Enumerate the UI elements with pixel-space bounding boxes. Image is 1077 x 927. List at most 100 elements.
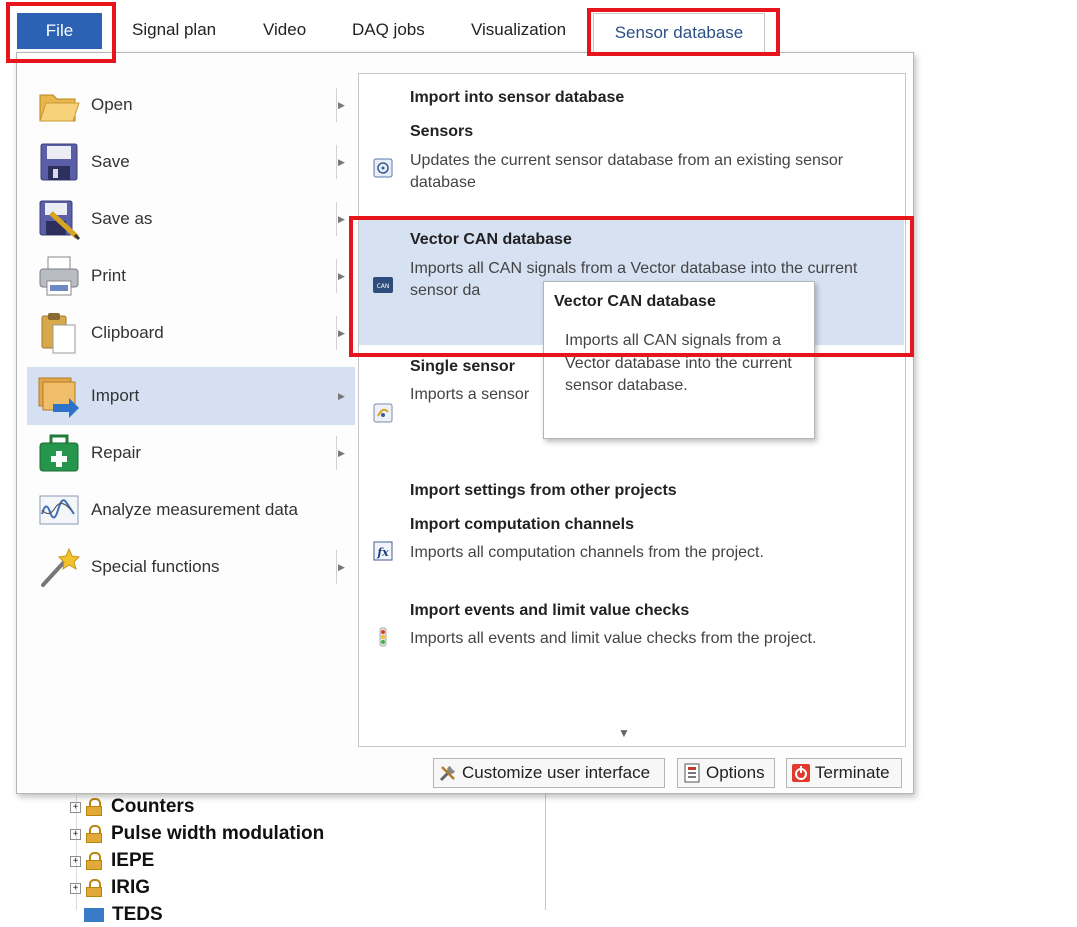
lock-icon [85,879,103,897]
scroll-down-icon[interactable]: ▼ [618,726,630,740]
ribbon-tab-bar: File Signal plan Video DAQ jobs Visualiz… [0,0,1077,58]
submenu-arrow-icon: ▶ [338,99,345,110]
waveform-icon [39,495,79,525]
lock-icon [85,798,103,816]
tab-file[interactable]: File [17,13,102,49]
options-icon [684,763,700,783]
tooltip-body: Imports all CAN signals from a Vector da… [565,332,792,394]
printer-icon [39,256,79,296]
save-as-icon [39,200,81,241]
options-button[interactable]: Options [677,758,775,788]
menu-item-save[interactable]: Save ▶ [27,134,355,190]
submenu-arrow-icon: ▶ [338,390,345,401]
folder-icon [84,908,104,922]
section-header: Import settings from other projects [410,482,677,499]
magic-wand-icon [41,547,81,587]
menu-item-label: Analyze measurement data [91,500,298,519]
menu-item-label: Special functions [91,557,220,576]
lock-icon [85,852,103,870]
lock-icon [85,825,103,843]
divider [336,202,337,236]
tools-icon [439,766,455,782]
svg-text:fx: fx [376,546,389,559]
backstage-footer: Customize user interface Options Termina… [17,753,913,793]
submenu-arrow-icon: ▶ [338,561,345,572]
import-icon [38,377,79,418]
divider [336,550,337,584]
divider [336,88,337,122]
svg-text:CAN: CAN [377,283,390,290]
option-title: Import events and limit value checks [410,602,690,619]
option-title: Single sensor [410,358,515,375]
expand-icon[interactable]: + [70,828,81,840]
menu-item-label: Open [91,95,133,114]
button-label: Customize user interface [462,763,651,782]
tree-item-label: Counters [111,796,195,817]
option-description: Imports all computation channels from th… [410,544,764,561]
button-label: Options [706,763,765,782]
traffic-light-icon [379,627,387,647]
tree-item-label: IRIG [111,877,151,898]
single-sensor-icon [373,403,393,423]
tooltip-vector-can: Vector CAN database Imports all CAN sign… [543,281,815,439]
tree-item-irig[interactable]: + IRIG [70,876,150,900]
tree-item-label: IEPE [111,850,155,871]
expand-icon[interactable]: + [70,801,81,813]
option-title: Import computation channels [410,516,635,533]
expand-icon[interactable]: + [70,882,81,894]
expand-icon[interactable]: + [70,855,81,867]
menu-item-label: Save as [91,209,153,228]
submenu-arrow-icon: ▶ [338,270,345,281]
menu-item-label: Print [91,266,126,285]
tab-visualization[interactable]: Visualization [471,20,566,40]
menu-item-label: Clipboard [91,323,164,342]
menu-item-label: Repair [91,443,142,462]
menu-item-clipboard[interactable]: Clipboard ▶ [27,305,355,361]
menu-item-analyze[interactable]: Analyze measurement data [27,482,355,538]
menu-item-save-as[interactable]: Save as ▶ [27,191,355,247]
divider [336,316,337,350]
menu-item-label: Save [91,152,130,171]
divider [336,436,337,470]
tree-item-iepe[interactable]: + IEPE [70,849,154,873]
option-title: Vector CAN database [410,231,572,248]
clipboard-icon [41,313,76,354]
folder-open-icon [39,94,80,122]
tree-item-teds[interactable]: TEDS [70,903,163,927]
fx-icon: fx [373,541,393,561]
tab-signal-plan[interactable]: Signal plan [132,20,216,40]
submenu-arrow-icon: ▶ [338,447,345,458]
divider [336,259,337,293]
tree-item-pwm[interactable]: + Pulse width modulation [70,822,324,846]
menu-item-import[interactable]: Import ▶ [27,367,355,425]
can-icon: CAN [373,277,393,293]
floppy-disk-icon [40,143,78,181]
menu-item-repair[interactable]: Repair ▶ [27,425,355,481]
submenu-arrow-icon: ▶ [338,156,345,167]
submenu-arrow-icon: ▶ [338,213,345,224]
power-icon [792,764,810,782]
tree-item-label: Pulse width modulation [111,823,325,844]
button-label: Terminate [815,763,890,782]
tab-daq-jobs[interactable]: DAQ jobs [352,20,425,40]
first-aid-kit-icon [39,434,79,472]
tree-item-counters[interactable]: + Counters [70,795,194,819]
menu-item-label: Import [91,386,140,405]
section-header: Import into sensor database [410,89,625,106]
panel-divider [545,790,546,910]
option-description: Updates the current sensor database from… [410,152,844,191]
tree-item-label: TEDS [112,904,163,925]
divider [336,145,337,179]
menu-item-open[interactable]: Open ▶ [27,77,355,133]
tooltip-title: Vector CAN database [554,293,716,310]
tab-sensor-database[interactable]: Sensor database [593,13,765,52]
submenu-arrow-icon: ▶ [338,327,345,338]
menu-item-special-functions[interactable]: Special functions ▶ [27,539,355,595]
file-menu-list: Open ▶ Save ▶ Save as ▶ Print ▶ Clipboar… [17,53,357,753]
terminate-button[interactable]: Terminate [786,758,902,788]
customize-ui-button[interactable]: Customize user interface [433,758,665,788]
sensor-db-icon [373,158,393,178]
tab-video[interactable]: Video [263,20,306,40]
menu-item-print[interactable]: Print ▶ [27,248,355,304]
option-description: Imports all events and limit value check… [410,630,817,647]
